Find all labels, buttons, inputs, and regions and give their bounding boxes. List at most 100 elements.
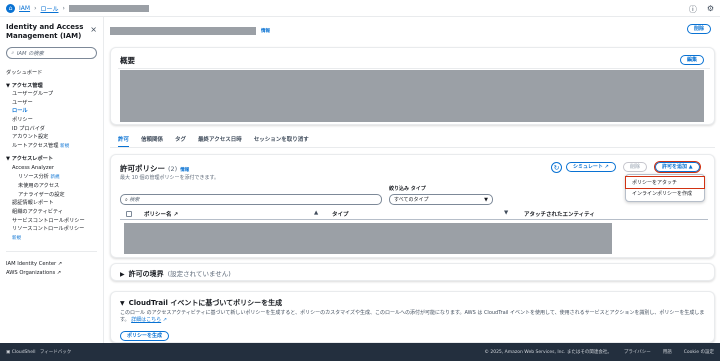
copyright: © 2025, Amazon Web Services, Inc. またはその関… [484, 350, 612, 355]
info-link[interactable]: 情報 [261, 28, 270, 34]
sidebar-section-access-reports[interactable]: ▼ アクセスレポート [6, 155, 97, 164]
sidebar-item-organizations[interactable]: AWS Organizations ↗ [6, 269, 97, 278]
chevron-right-icon: › [62, 4, 65, 12]
section-label: アクセス管理 [11, 82, 43, 89]
redacted-breadcrumb [68, 4, 149, 12]
permissions-boundary-card[interactable]: ▶ 許可の境界 (設定されていません) [110, 263, 715, 281]
sidebar-item-user-groups[interactable]: ユーザーグループ [6, 90, 97, 99]
table-header: ポリシー名 ↗ ▲ タイプ ▼ アタッチされたエンティティ [120, 210, 708, 220]
simulate-label: シミュレート [573, 164, 603, 170]
add-permissions-menu: ポリシーをアタッチ インラインポリシーを作成 [625, 174, 705, 202]
cloudtrail-card: ▼ CloudTrail イベントに基づいてポリシーを生成 このロール のアクセ… [110, 291, 715, 343]
cloudshell-icon[interactable]: ▣ [6, 350, 10, 355]
close-icon[interactable]: × [90, 25, 97, 34]
sort-asc-icon[interactable]: ▲ [314, 210, 318, 216]
search-placeholder: 検索 [129, 197, 140, 203]
external-link-icon: ↗ [604, 164, 609, 170]
cloudtrail-header[interactable]: ▼ CloudTrail イベントに基づいてポリシーを生成 [120, 298, 282, 308]
info-circle-icon[interactable]: ⓘ [689, 4, 697, 15]
privacy-link[interactable]: プライバシー [624, 349, 651, 355]
redacted-summary [120, 70, 704, 122]
sidebar-item-identity-center[interactable]: IAM Identity Center ↗ [6, 260, 97, 269]
top-right-icons: ⓘ ⚙ [689, 4, 714, 15]
breadcrumb-roles[interactable]: ロール [40, 4, 58, 13]
add-label: 許可を追加 [662, 164, 688, 170]
sidebar-item-account-settings[interactable]: アカウント設定 [6, 133, 97, 142]
external-link-icon: ↗ [56, 269, 62, 276]
policy-search-input[interactable]: ⌕ 検索 [120, 194, 382, 205]
cloudtrail-title: CloudTrail イベントに基づいてポリシーを生成 [128, 299, 283, 307]
col-policy-name[interactable]: ポリシー名 ↗ [144, 210, 178, 218]
sidebar-item-root-access[interactable]: ルートアクセス管理 新規 [6, 142, 97, 152]
delete-role-button[interactable]: 削除 [687, 24, 712, 34]
col-attached-entities[interactable]: アタッチされたエンティティ [524, 210, 595, 218]
sidebar-item-policies[interactable]: ポリシー [6, 116, 97, 125]
boundary-title: 許可の境界 [128, 270, 164, 278]
divider [118, 68, 710, 69]
search-placeholder: IAM の検索 [16, 50, 44, 57]
sidebar-item-org-activity[interactable]: 組織のアクティビティ [6, 208, 97, 217]
sidebar-item-rcp[interactable]: リソースコントロールポリシー [6, 225, 97, 234]
item-label: AWS Organizations [6, 269, 56, 276]
tab-divider [110, 147, 715, 148]
sidebar-item-unused-access[interactable]: 未使用のアクセス [6, 182, 97, 191]
sidebar-item-id-providers[interactable]: ID プロバイダ [6, 125, 97, 134]
sidebar-item-resource-analysis[interactable]: リソース分析 新規 [6, 173, 97, 183]
footer-right: © 2025, Amazon Web Services, Inc. またはその関… [484, 349, 714, 355]
learn-more-link[interactable]: 詳細はこちら [131, 317, 161, 323]
policy-count: (2) [168, 165, 178, 173]
generate-policy-button[interactable]: ポリシーを生成 [120, 331, 170, 341]
external-link-icon: ↗ [57, 261, 63, 268]
sidebar-search-input[interactable]: ⌕ IAM の検索 [6, 47, 97, 59]
search-icon: ⌕ [11, 49, 14, 56]
caret-right-icon: ▶ [120, 271, 125, 278]
new-badge: 新規 [6, 234, 97, 244]
divider [6, 251, 97, 253]
sidebar-item-credential-report[interactable]: 認証情報レポート [6, 199, 97, 208]
menu-item-create-inline-policy[interactable]: インラインポリシーを作成 [626, 188, 704, 199]
new-badge-label: 新規 [12, 235, 21, 241]
remove-button[interactable]: 削除 [623, 162, 648, 172]
external-link-icon: ↗ [173, 212, 179, 218]
add-permissions-button[interactable]: 許可を追加 ▲ [654, 161, 701, 173]
type-select[interactable]: すべてのタイプ ▼ [389, 194, 493, 205]
refresh-button[interactable]: ↻ [551, 162, 562, 173]
cookie-settings-link[interactable]: Cookie の設定 [684, 349, 714, 355]
settings-icon[interactable]: ⚙ [707, 4, 714, 15]
breadcrumb-iam[interactable]: IAM [19, 5, 30, 12]
edit-button[interactable]: 編集 [679, 55, 704, 65]
caret-up-icon: ▲ [688, 164, 693, 170]
new-badge: 新規 [60, 143, 70, 149]
boundary-subtitle: (設定されていません) [167, 270, 231, 278]
sidebar: Identity and Access Management (IAM) × ⌕… [0, 17, 104, 343]
info-link[interactable]: 情報 [180, 167, 189, 173]
top-bar: ⌂ IAM › ロール › [0, 0, 720, 17]
select-all-checkbox[interactable] [126, 211, 132, 217]
caret-down-icon: ▼ [120, 300, 125, 307]
sidebar-item-analyzer-settings[interactable]: アナライザーの設定 [6, 191, 97, 200]
search-icon: ⌕ [125, 196, 128, 203]
sidebar-item-scp[interactable]: サービスコントロールポリシー [6, 217, 97, 226]
permissions-card: 許可ポリシー (2) 情報 最大 10 個の管理ポリシーを添付できます。 ↻ シ… [110, 154, 715, 258]
sidebar-title: Identity and Access Management (IAM) [6, 23, 84, 40]
sidebar-item-users[interactable]: ユーザー [6, 99, 97, 108]
menu-item-attach-policy[interactable]: ポリシーをアタッチ [625, 176, 705, 189]
col-type[interactable]: タイプ [332, 210, 349, 218]
refresh-icon: ↻ [553, 163, 560, 172]
new-badge: 新規 [50, 174, 60, 180]
redacted-policy-rows [124, 223, 612, 254]
cloudshell-link[interactable]: CloudShell [12, 350, 36, 355]
item-label: IAM Identity Center [6, 261, 57, 268]
type-select-value: すべてのタイプ [394, 197, 429, 203]
simulate-button[interactable]: シミュレート ↗ [566, 162, 616, 172]
sidebar-section-access-mgmt[interactable]: ▼ アクセス管理 [6, 82, 97, 91]
sidebar-item-dashboard[interactable]: ダッシュボード [6, 69, 97, 78]
feedback-link[interactable]: フィードバック [40, 349, 71, 355]
sidebar-item-roles[interactable]: ロール [6, 107, 97, 116]
sort-icon[interactable]: ▼ [504, 210, 508, 216]
terms-link[interactable]: 用語 [663, 349, 672, 355]
redacted-role-name [110, 27, 256, 35]
sidebar-item-access-analyzer[interactable]: Access Analyzer [6, 164, 97, 173]
home-icon[interactable]: ⌂ [6, 3, 15, 13]
item-label: ルートアクセス管理 [12, 142, 59, 149]
